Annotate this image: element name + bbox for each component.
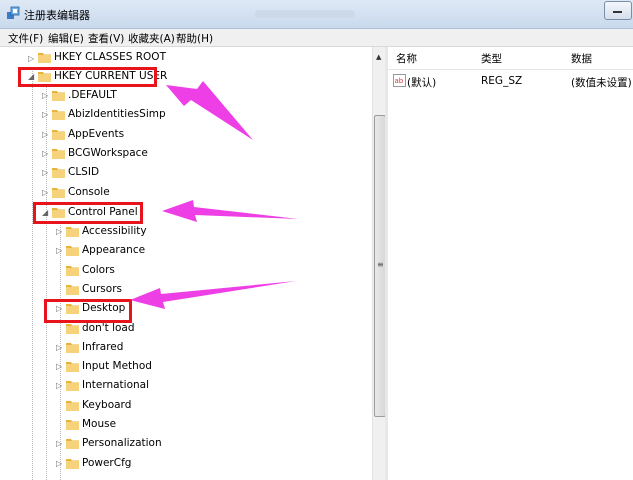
tree-node-label: AbizIdentitiesSimp [68,108,166,121]
folder-icon [52,168,65,179]
tree-node-label: don't load [82,321,135,334]
scroll-up-icon[interactable]: ▲ [376,53,381,61]
tree-node-label: Console [68,185,110,198]
folder-icon [66,246,79,257]
string-value-icon: ab [393,74,406,87]
tree-node-label: PowerCfg [82,456,132,469]
folder-icon [66,227,79,237]
tree-node-clsid[interactable]: ▷ CLSID [0,164,372,182]
expand-arrow-icon[interactable]: ▷ [56,363,62,371]
folder-icon [66,342,79,353]
tree-node-colors[interactable]: Colors [0,262,372,280]
expand-arrow-icon[interactable]: ▷ [42,149,48,158]
tree-node-appearance[interactable]: ▷ Appearance [0,242,372,260]
grip-icon: ≡ [377,260,384,269]
tree-node-powercfg[interactable]: ▷ PowerCfg [0,455,372,473]
tree-node-label: Cursors [82,282,122,295]
folder-icon [66,439,79,450]
menu-help[interactable]: 帮助(H) [176,31,213,46]
tree-node-label: Colors [82,263,115,276]
expand-arrow-icon[interactable]: ▷ [42,92,48,100]
folder-icon [66,265,79,276]
menu-view[interactable]: 查看(V) [88,31,124,46]
tree-node-keyboard[interactable]: Keyboard [0,397,372,415]
tree-node-label: AppEvents [68,127,125,140]
folder-icon [66,381,79,392]
tree-node-label: BCGWorkspace [68,146,148,159]
expand-arrow-icon[interactable]: ▷ [56,343,62,352]
registry-editor-icon [7,6,20,19]
tree-node-bcgworkspace[interactable]: ▷ BCGWorkspace [0,145,372,163]
expand-arrow-icon[interactable]: ▷ [56,247,62,255]
tree-node-label: Input Method [82,360,152,373]
tree-node-label: Appearance [82,244,146,257]
column-header-name[interactable]: 名称 [396,51,417,69]
blurred-caption [255,10,355,18]
menu-edit[interactable]: 编辑(E) [48,31,84,46]
tree-node-label: Personalization [82,437,162,450]
folder-icon [66,323,79,334]
menu-favorites[interactable]: 收藏夹(A) [128,31,175,46]
tree-node-label: CLSID [68,166,100,179]
folder-icon [52,148,65,159]
folder-icon [52,91,65,101]
folder-icon [66,284,79,295]
tree-node-label: Infrared [82,340,124,353]
expand-arrow-icon[interactable]: ▷ [42,130,48,139]
expand-arrow-icon[interactable]: ▷ [56,382,62,390]
value-data: (数值未设置) [571,77,632,89]
tree-node-hkey-classes-root[interactable]: ▷ HKEY CLASSES ROOT [0,49,372,67]
column-header-type[interactable]: 类型 [481,51,502,69]
tree-node-default[interactable]: ▷ .DEFAULT [0,87,372,105]
tree-node-international[interactable]: ▷ International [0,377,372,395]
tree-node-personalization[interactable]: ▷ Personalization [0,435,372,453]
values-list[interactable]: 名称 类型 数据 ab (默认) REG_SZ (数值未设置) [388,47,633,480]
value-name: (默认) [407,77,437,89]
tree-node-console[interactable]: ▷ Console [0,184,372,202]
expand-arrow-icon[interactable]: ▷ [28,55,34,63]
highlight-box-hkey-current-user [18,67,157,87]
tree-node-mouse[interactable]: Mouse [0,416,372,434]
expand-arrow-icon[interactable]: ▷ [42,111,48,119]
header-divider [388,69,633,70]
menu-bar: 文件(F) 编辑(E) 查看(V) 收藏夹(A) 帮助(H) [0,29,633,47]
svg-text:ab: ab [395,77,404,85]
folder-icon [66,458,79,469]
tree-node-label: Accessibility [82,225,147,237]
column-header-data[interactable]: 数据 [571,51,592,69]
tree-scrollbar[interactable]: ▲ ≡ [372,47,386,480]
folder-icon [52,129,65,140]
registry-tree[interactable]: ▷ HKEY CLASSES ROOT ◢ HKEY CURRENT USER … [0,47,372,480]
minimize-button[interactable] [604,1,632,20]
tree-node-cursors[interactable]: Cursors [0,281,372,299]
tree-node-appevents[interactable]: ▷ AppEvents [0,126,372,144]
tree-node-abizidentitiessimp[interactable]: ▷ AbizIdentitiesSimp [0,106,372,124]
menu-file[interactable]: 文件(F) [8,31,43,46]
folder-icon [38,53,51,63]
folder-icon [66,362,79,373]
tree-node-infrared[interactable]: ▷ Infrared [0,339,372,357]
value-type: REG_SZ [481,75,523,87]
folder-icon [52,187,65,198]
expand-arrow-icon[interactable]: ▷ [42,188,48,197]
tree-node-accessibility[interactable]: ▷ Accessibility [0,223,372,241]
folder-icon [66,420,79,430]
expand-arrow-icon[interactable]: ▷ [56,228,62,236]
tree-node-label: Mouse [82,418,117,430]
tree-node-label: International [82,379,150,392]
expand-arrow-icon[interactable]: ▷ [42,169,48,177]
tree-node-label: Keyboard [82,398,132,411]
folder-icon [66,400,79,411]
window-title: 注册表编辑器 [24,9,90,22]
minimize-icon [613,11,622,13]
folder-icon [52,110,65,121]
tree-node-label: .DEFAULT [68,89,117,101]
expand-arrow-icon[interactable]: ▷ [56,440,62,448]
highlight-box-desktop [44,299,132,323]
highlight-box-control-panel [33,202,143,224]
title-bar: 注册表编辑器 [0,0,633,29]
tree-node-label: HKEY CLASSES ROOT [54,51,166,63]
expand-arrow-icon[interactable]: ▷ [56,459,62,468]
tree-node-input-method[interactable]: ▷ Input Method [0,358,372,376]
